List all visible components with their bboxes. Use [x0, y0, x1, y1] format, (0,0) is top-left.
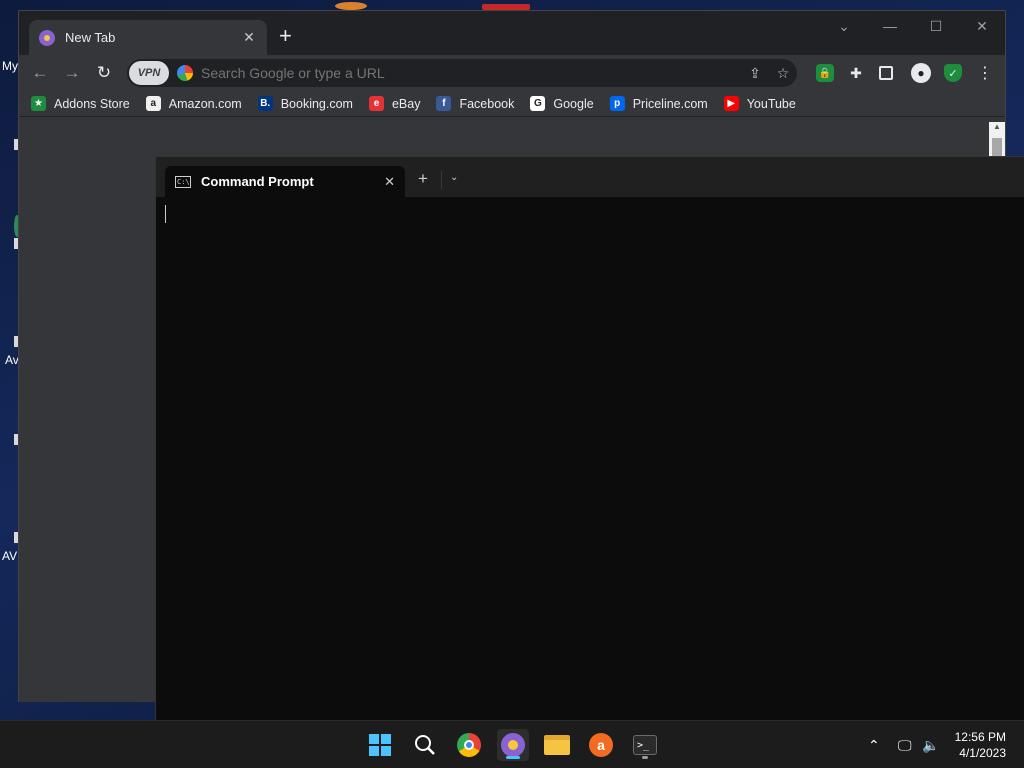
terminal-tab-title: Command Prompt: [201, 174, 314, 189]
browser-tab-title: New Tab: [65, 30, 116, 45]
tab-search-icon[interactable]: ⌄: [821, 11, 867, 41]
new-tab-button[interactable]: +: [279, 25, 292, 47]
security-check-icon[interactable]: ✓: [944, 64, 962, 82]
bookmark-facebook[interactable]: f Facebook: [436, 96, 514, 111]
bookmarks-bar: ★ Addons Store a Amazon.com B. Booking.com e eB…: [19, 91, 1005, 117]
side-panel-icon[interactable]: [879, 66, 893, 80]
back-icon[interactable]: ←: [29, 62, 51, 84]
bookmark-youtube[interactable]: ▶ YouTube: [723, 96, 796, 111]
search-button[interactable]: [409, 729, 441, 761]
omnibox[interactable]: VPN ⇪ ☆: [127, 59, 797, 87]
desktop-decor: [335, 2, 367, 10]
show-hidden-icons-button[interactable]: ⌃: [868, 721, 880, 768]
browser-tab[interactable]: New Tab ✕: [29, 20, 267, 55]
terminal-app-icon: >_: [633, 735, 657, 755]
clock-time: 12:56 PM: [954, 730, 1006, 744]
forward-icon[interactable]: →: [61, 62, 83, 84]
youtube-icon: ▶: [723, 96, 739, 111]
open-indicator: [642, 756, 648, 759]
divider: [441, 171, 442, 189]
bookmark-label: Facebook: [459, 96, 515, 111]
desktop-label-av: Av: [5, 353, 19, 367]
profile-icon[interactable]: ●: [911, 63, 931, 83]
reload-icon[interactable]: ↻: [93, 62, 115, 84]
window-controls: ⌄ — ☐ ✕: [821, 11, 1005, 41]
file-explorer-button[interactable]: [541, 729, 573, 761]
bookmark-label: YouTube: [746, 96, 796, 111]
folder-icon: [544, 735, 570, 755]
address-input[interactable]: [201, 65, 741, 81]
browser-taskbar-button[interactable]: [497, 729, 529, 761]
bookmark-star-icon[interactable]: ☆: [769, 65, 797, 82]
bookmark-label: eBay: [391, 96, 421, 111]
active-indicator: [506, 756, 520, 759]
desktop-label-avc: AV: [2, 549, 18, 563]
close-terminal-tab-icon[interactable]: ✕: [384, 174, 395, 190]
close-tab-icon[interactable]: ✕: [241, 29, 257, 46]
amazon-icon: a: [145, 96, 161, 111]
bookmark-label: Amazon.com: [168, 96, 242, 111]
google-icon: G: [530, 96, 546, 111]
bookmark-label: Priceline.com: [632, 96, 708, 111]
terminal-window: C:\ Command Prompt ✕ + ⌄: [155, 156, 1024, 720]
browser-favicon-icon: [39, 29, 55, 46]
new-terminal-tab-icon[interactable]: +: [418, 169, 428, 189]
vpn-button[interactable]: VPN: [129, 61, 169, 85]
desktop-label-my: My: [2, 59, 18, 73]
menu-kebab-icon[interactable]: ⋮: [976, 64, 994, 82]
maximize-button[interactable]: ☐: [913, 11, 959, 41]
scroll-thumb[interactable]: [992, 138, 1002, 156]
browser-tabstrip: New Tab ✕ + ⌄ — ☐ ✕: [19, 11, 1005, 55]
close-window-button[interactable]: ✕: [959, 11, 1005, 41]
addons-icon: ★: [31, 96, 46, 111]
google-icon: [177, 65, 193, 81]
clock-date: 4/1/2023: [959, 746, 1006, 760]
avast-icon: a: [589, 733, 613, 757]
terminal-taskbar-button[interactable]: >_: [629, 729, 661, 761]
bookmark-priceline-com[interactable]: p Priceline.com: [609, 96, 708, 111]
priceline-icon: p: [609, 96, 625, 111]
facebook-icon: f: [436, 96, 452, 111]
avast-taskbar-button[interactable]: a: [585, 729, 617, 761]
bookmark-label: Addons Store: [54, 96, 130, 111]
extensions-puzzle-icon[interactable]: ✚: [847, 64, 865, 82]
bookmark-label: Google: [553, 96, 594, 111]
bookmark-amazon-com[interactable]: a Amazon.com: [145, 96, 242, 111]
windows-logo-icon: [369, 734, 391, 756]
booking-icon: B.: [257, 96, 273, 111]
start-button[interactable]: [364, 729, 396, 761]
volume-icon[interactable]: 🔈: [922, 721, 939, 768]
minimize-button[interactable]: —: [867, 11, 913, 41]
vpn-shield-extension-icon[interactable]: 🔒: [816, 64, 834, 82]
bookmark-google[interactable]: G Google: [530, 96, 594, 111]
bookmark-label: Booking.com: [280, 96, 353, 111]
command-prompt-icon: C:\: [175, 175, 191, 188]
bookmark-addons-store[interactable]: ★ Addons Store: [31, 96, 130, 111]
search-icon: [415, 735, 435, 755]
terminal-tab[interactable]: C:\ Command Prompt ✕: [165, 166, 405, 197]
terminal-tabbar: C:\ Command Prompt ✕ + ⌄: [156, 157, 1024, 197]
bookmark-ebay[interactable]: e eBay: [368, 96, 421, 111]
clock[interactable]: 12:56 PM 4/1/2023: [955, 729, 1006, 761]
ebay-icon: e: [368, 96, 384, 111]
bookmark-booking-com[interactable]: B. Booking.com: [257, 96, 353, 111]
terminal-dropdown-icon[interactable]: ⌄: [450, 172, 458, 183]
text-cursor[interactable]: [165, 205, 166, 223]
browser-app-icon: [501, 733, 525, 757]
share-icon[interactable]: ⇪: [741, 65, 769, 82]
chrome-taskbar-button[interactable]: [453, 729, 485, 761]
browser-toolbar: ← → ↻ VPN ⇪ ☆ 🔒 ✚ ● ✓ ⋮: [19, 55, 1005, 91]
chrome-icon: [457, 733, 481, 757]
taskbar: a >_ ⌃ 🖵 🔈 12:56 PM 4/1/2023: [0, 720, 1024, 768]
network-icon[interactable]: 🖵: [898, 721, 912, 768]
scroll-up-icon[interactable]: ▲: [989, 122, 1005, 136]
